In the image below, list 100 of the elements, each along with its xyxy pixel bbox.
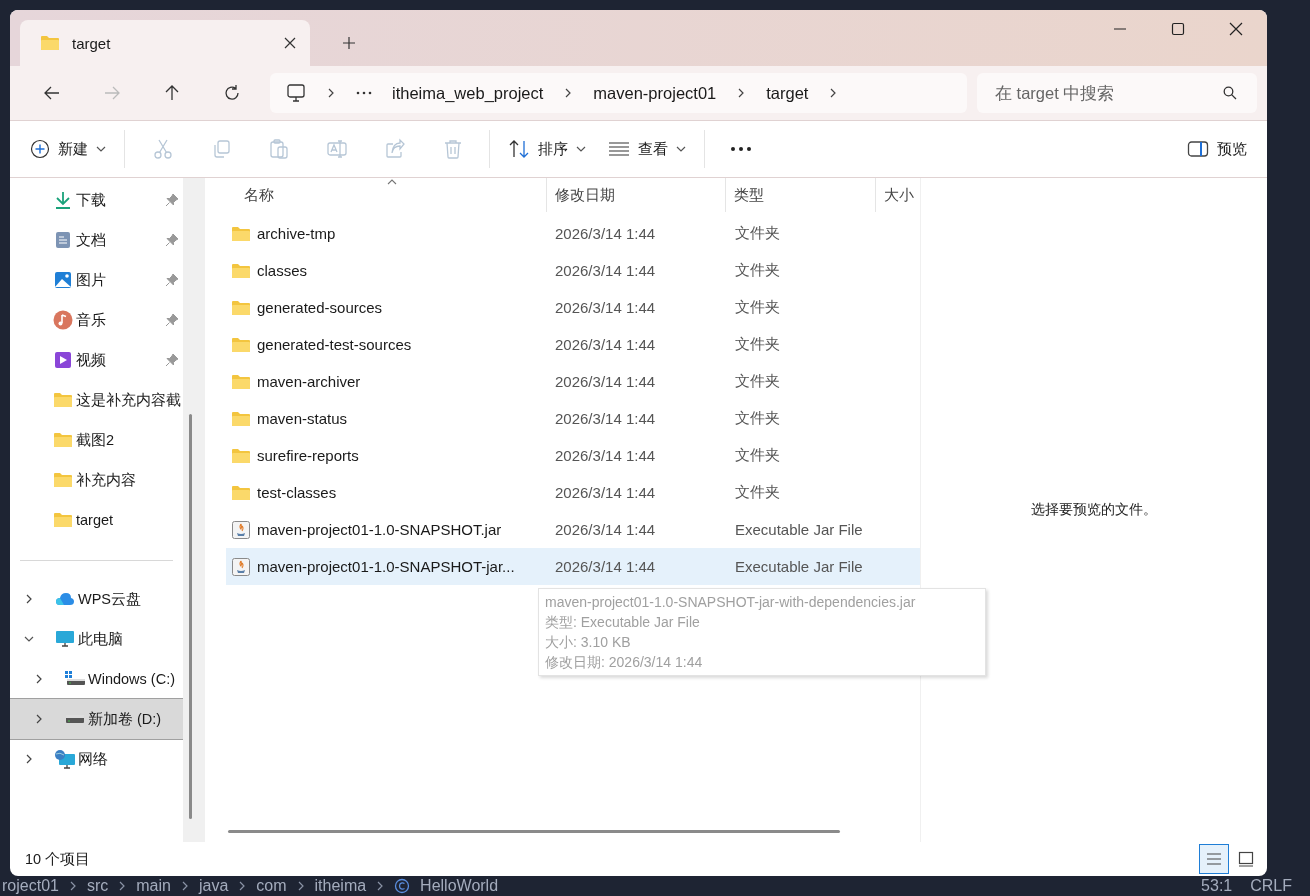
close-icon[interactable]: [1229, 22, 1243, 36]
breadcrumb-item[interactable]: target: [766, 83, 809, 103]
tree-item[interactable]: 网络: [10, 739, 183, 779]
file-name: classes: [257, 262, 308, 279]
sort-button[interactable]: 排序: [500, 129, 594, 169]
breadcrumb-item[interactable]: main: [136, 877, 171, 895]
file-name: generated-test-sources: [257, 336, 412, 353]
details-view-button[interactable]: [1199, 844, 1229, 874]
breadcrumb-item[interactable]: com: [256, 877, 287, 895]
file-row[interactable]: maven-status 2026/3/14 1:44 文件夹: [226, 400, 920, 437]
refresh-icon: [223, 84, 241, 102]
more-icon: [730, 146, 752, 152]
breadcrumb-item[interactable]: src: [86, 877, 109, 895]
cloud-icon: [55, 591, 75, 607]
file-row[interactable]: test-classes 2026/3/14 1:44 文件夹: [226, 474, 920, 511]
class-icon: [394, 878, 411, 894]
file-type: Executable Jar File: [734, 558, 864, 575]
line-ending: CRLF: [1250, 877, 1292, 895]
file-name: maven-project01-1.0-SNAPSHOT.jar: [257, 521, 502, 538]
modified-date: 2026/3/14 1:44: [554, 410, 657, 427]
file-name: maven-project01-1.0-SNAPSHOT-jar...: [257, 558, 515, 575]
breadcrumb-item[interactable]: java: [198, 877, 229, 895]
preview-message: 选择要预览的文件。: [1031, 501, 1157, 519]
file-type: 文件夹: [734, 224, 781, 243]
breadcrumb-item[interactable]: roject01: [2, 877, 59, 895]
breadcrumb-item[interactable]: maven-project01: [593, 83, 717, 103]
modified-date: 2026/3/14 1:44: [554, 299, 657, 316]
chevron-right-icon: [24, 754, 34, 764]
sidebar-item[interactable]: 下载: [10, 180, 183, 220]
preview-button[interactable]: 预览: [1179, 129, 1255, 169]
chevron-right-icon: [376, 880, 385, 892]
breadcrumb-item[interactable]: itheima_web_project: [392, 83, 544, 103]
column-header[interactable]: 类型: [726, 178, 877, 212]
new-button[interactable]: 新建: [22, 129, 114, 169]
file-name: surefire-reports: [257, 447, 359, 464]
close-icon[interactable]: [284, 37, 296, 49]
sidebar-item[interactable]: 视频: [10, 340, 183, 380]
sidebar-item[interactable]: 图片: [10, 260, 183, 300]
new-tab-icon[interactable]: [342, 36, 356, 50]
sidebar-item[interactable]: 截图2: [10, 420, 183, 460]
column-header[interactable]: 大小: [876, 178, 920, 212]
scrollbar-thumb[interactable]: [189, 414, 192, 819]
sidebar-item[interactable]: 补充内容: [10, 460, 183, 500]
sort-ascending-icon: [387, 179, 397, 185]
arrow-left-icon: [43, 84, 61, 102]
folder-icon: [231, 447, 251, 464]
tree-item[interactable]: WPS云盘: [10, 579, 183, 619]
tree-item[interactable]: 新加卷 (D:): [10, 699, 183, 739]
maximize-icon[interactable]: [1171, 22, 1185, 36]
file-row[interactable]: archive-tmp 2026/3/14 1:44 文件夹: [226, 215, 920, 252]
view-button[interactable]: 查看: [600, 129, 694, 169]
tooltip-line: 大小: 3.10 KB: [545, 633, 632, 652]
search-icon: [1223, 86, 1237, 100]
sidebar-item[interactable]: target: [10, 500, 183, 540]
tree-item[interactable]: Windows (C:): [10, 659, 183, 699]
chevron-right-icon: [34, 674, 44, 684]
sidebar-item[interactable]: 文档: [10, 220, 183, 260]
file-type: 文件夹: [734, 409, 781, 428]
breadcrumb-item[interactable]: itheima: [314, 877, 367, 895]
scrollbar-thumb[interactable]: [228, 830, 840, 833]
search-field[interactable]: 在 target 中搜索: [977, 73, 1257, 113]
chevron-right-icon: [118, 880, 127, 892]
caret-icon: [676, 144, 686, 154]
caret-icon: [96, 144, 106, 154]
jar-file-icon: [231, 519, 251, 540]
chevron-right-icon: [68, 880, 77, 892]
file-row[interactable]: maven-archiver 2026/3/14 1:44 文件夹: [226, 363, 920, 400]
chevron-right-icon: [24, 594, 34, 604]
folder-icon: [231, 336, 251, 353]
column-header[interactable]: 修改日期: [546, 178, 727, 212]
address-bar[interactable]: itheima_web_project maven-project01 target: [270, 73, 967, 113]
tab[interactable]: target: [20, 20, 310, 66]
folder-icon: [231, 262, 251, 279]
file-row[interactable]: classes 2026/3/14 1:44 文件夹: [226, 252, 920, 289]
jar-file-icon: [231, 556, 251, 577]
file-row[interactable]: maven-project01-1.0-SNAPSHOT-jar... 2026/3/14 1:44 Executable Jar File: [226, 548, 920, 585]
sort-icon: [508, 139, 530, 159]
trash-icon: [442, 138, 464, 160]
file-type: 文件夹: [734, 483, 781, 502]
caret-icon: [576, 144, 586, 154]
file-row[interactable]: surefire-reports 2026/3/14 1:44 文件夹: [226, 437, 920, 474]
chevron-right-icon: [296, 880, 305, 892]
chevron-right-icon: [326, 88, 336, 98]
sidebar-item[interactable]: 这是补充内容截: [10, 380, 183, 420]
modified-date: 2026/3/14 1:44: [554, 225, 657, 242]
column-header[interactable]: 名称: [226, 178, 547, 212]
breadcrumb-item[interactable]: HelloWorld: [420, 877, 499, 895]
tree-item[interactable]: 此电脑: [10, 619, 183, 659]
file-name: generated-sources: [257, 299, 383, 316]
more-icon[interactable]: [356, 91, 372, 95]
file-name: test-classes: [257, 484, 337, 501]
file-row[interactable]: maven-project01-1.0-SNAPSHOT.jar 2026/3/14 1:44 Executable Jar File: [226, 511, 920, 548]
drive-icon: [65, 713, 85, 725]
file-row[interactable]: generated-sources 2026/3/14 1:44 文件夹: [226, 289, 920, 326]
sidebar-item[interactable]: 音乐: [10, 300, 183, 340]
folder-icon: [53, 432, 73, 448]
list-icon: [608, 141, 630, 157]
folder-icon: [53, 392, 73, 408]
file-row[interactable]: generated-test-sources 2026/3/14 1:44 文件夹: [226, 326, 920, 363]
tooltip-line: 修改日期: 2026/3/14 1:44: [545, 653, 704, 672]
